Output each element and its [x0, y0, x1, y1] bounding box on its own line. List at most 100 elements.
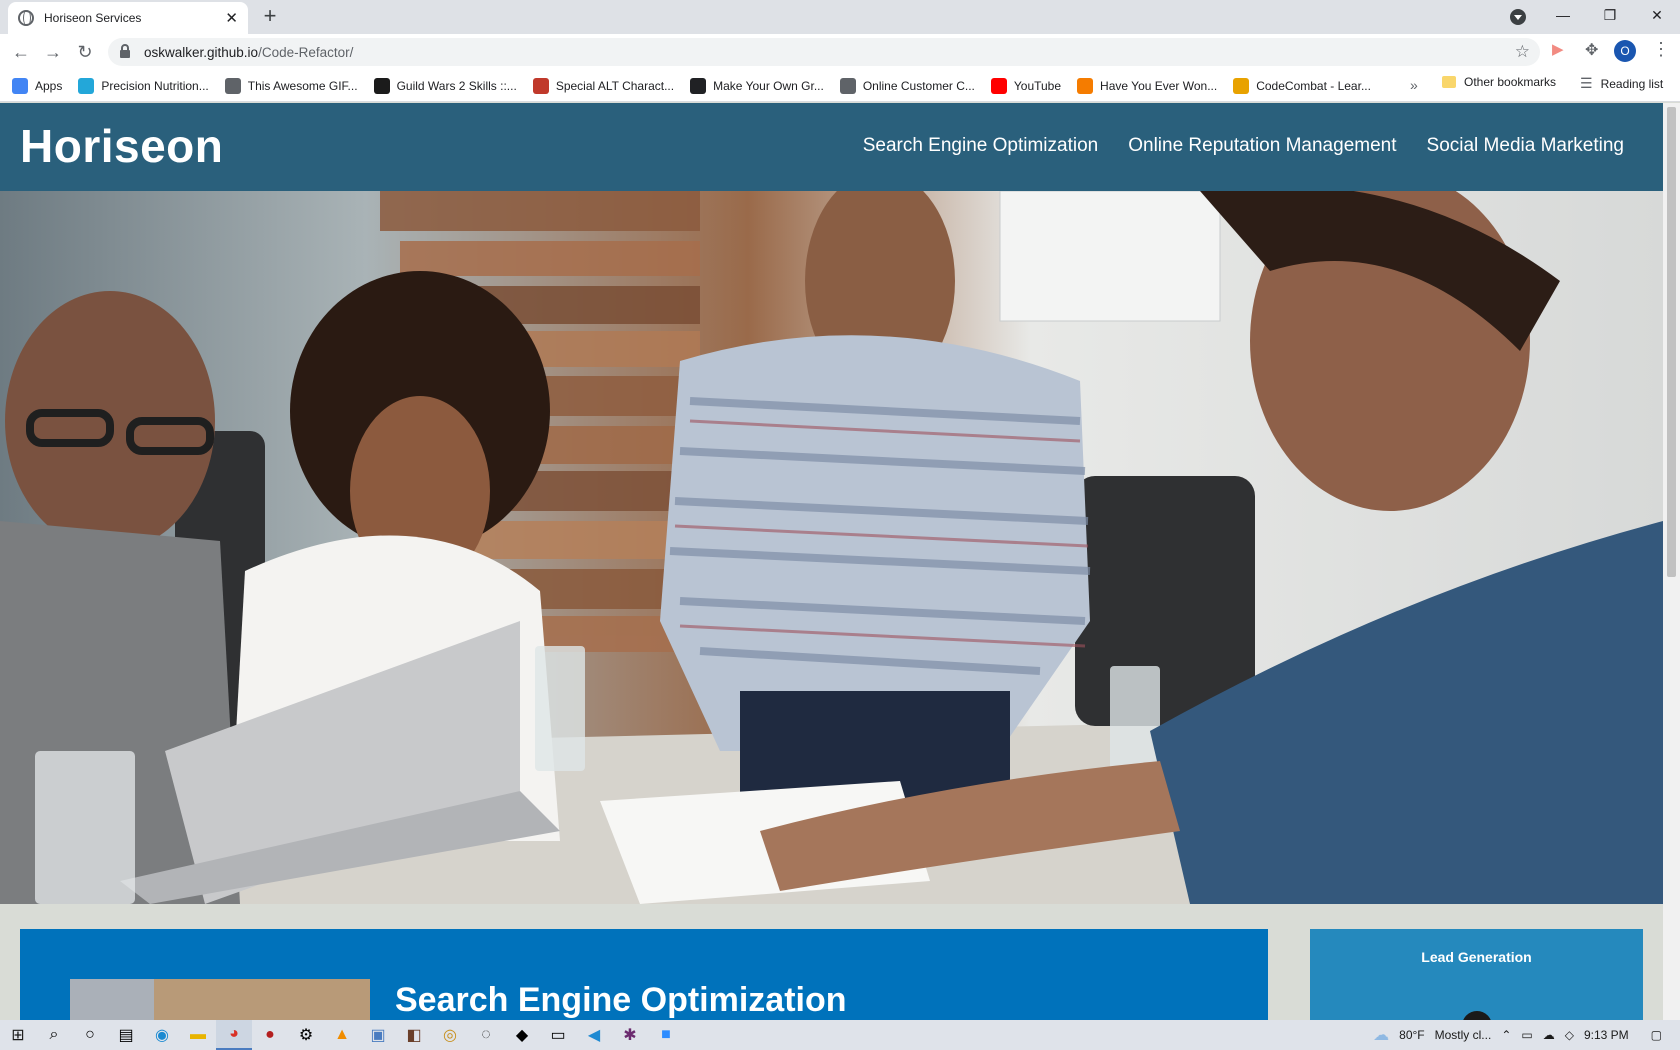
browser-tab[interactable]: Horiseon Services ✕	[8, 2, 248, 34]
bookmark-label: Special ALT Charact...	[555, 78, 675, 93]
notepad-icon[interactable]: ▣	[360, 1020, 396, 1050]
slack-icon[interactable]: ✱	[612, 1020, 648, 1050]
site-header: Horiseon Search Engine Optimization Onli…	[0, 103, 1663, 191]
kebab-menu-icon[interactable]: ⋮	[1652, 39, 1670, 60]
bookmark-item[interactable]: CodeCombat - Lear...	[1233, 77, 1371, 94]
seo-section-title: Search Engine Optimization	[395, 981, 847, 1019]
bookmark-item[interactable]: This Awesome GIF...	[224, 77, 358, 94]
tab-search-icon[interactable]	[1510, 9, 1526, 25]
youtube-icon	[990, 77, 1007, 94]
reading-list-label: Reading list	[1600, 76, 1664, 91]
system-tray: ☁ 80°F Mostly cl... ⌃ ▭ ☁ ◇ 9:13 PM ▢	[1373, 1020, 1680, 1050]
network-icon[interactable]: ▭	[1521, 1028, 1532, 1042]
url-host: oskwalker.github.io	[144, 44, 259, 60]
globe-icon	[224, 77, 241, 94]
clock[interactable]: 9:13 PM	[1584, 1028, 1629, 1042]
vlc-icon[interactable]: ▲	[324, 1020, 360, 1050]
nav-link-seo[interactable]: Search Engine Optimization	[863, 135, 1099, 157]
bookmark-label: Guild Wars 2 Skills ::...	[396, 78, 517, 93]
address-bar[interactable]: oskwalker.github.io /Code-Refactor/ ☆	[108, 38, 1540, 66]
bookmark-item[interactable]: Have You Ever Won...	[1077, 77, 1218, 94]
tab-strip: Horiseon Services ✕ + — ❐ ✕	[0, 0, 1680, 34]
browser-toolbar: ← → ↻ oskwalker.github.io /Code-Refactor…	[0, 34, 1680, 70]
nav-link-reputation[interactable]: Online Reputation Management	[1128, 135, 1396, 157]
app-icon[interactable]: ◧	[396, 1020, 432, 1050]
settings-icon[interactable]: ⚙	[288, 1020, 324, 1050]
lead-generation-icon	[1462, 1011, 1492, 1020]
weather-desc[interactable]: Mostly cl...	[1435, 1028, 1492, 1042]
zoom-icon[interactable]: ■	[648, 1020, 684, 1050]
reload-button[interactable]: ↻	[73, 40, 97, 64]
cortana-icon[interactable]: ○	[72, 1020, 108, 1050]
bookmark-label: Precision Nutrition...	[101, 78, 209, 93]
back-button[interactable]: ←	[9, 40, 33, 64]
gw2-icon	[373, 77, 390, 94]
guild-wars-icon[interactable]: ●	[252, 1020, 288, 1050]
nav-link-social[interactable]: Social Media Marketing	[1427, 135, 1624, 157]
forward-button[interactable]: →	[41, 40, 65, 64]
minimize-button[interactable]: —	[1540, 0, 1586, 30]
dropbox-icon[interactable]: ◇	[1565, 1028, 1574, 1042]
globe-icon	[839, 77, 856, 94]
terminal-icon[interactable]: ▭	[540, 1020, 576, 1050]
tray-expand-icon[interactable]: ⌃	[1501, 1028, 1511, 1042]
alt-icon	[532, 77, 549, 94]
other-bookmarks-folder[interactable]: Other bookmarks	[1442, 75, 1556, 89]
edge-icon[interactable]: ◉	[144, 1020, 180, 1050]
restore-button[interactable]: ❐	[1587, 0, 1633, 30]
bookmark-star-icon[interactable]: ☆	[1515, 42, 1530, 62]
steam-icon[interactable]: ◌	[468, 1020, 504, 1050]
folder-icon	[1442, 76, 1456, 88]
url-path: /Code-Refactor/	[258, 44, 354, 60]
other-bookmarks-label: Other bookmarks	[1464, 75, 1557, 89]
file-explorer-icon[interactable]: ▬	[180, 1020, 216, 1050]
site-nav: Search Engine Optimization Online Reputa…	[863, 135, 1624, 157]
bookmark-label: CodeCombat - Lear...	[1256, 78, 1371, 93]
app-icon-2[interactable]: ◆	[504, 1020, 540, 1050]
tab-title: Horiseon Services	[44, 11, 142, 25]
bookmark-item[interactable]: Online Customer C...	[839, 77, 975, 94]
windows-taskbar: ⊞ ⌕ ○ ▤ ◉ ▬ ◕ ● ⚙ ▲ ▣ ◧ ◎ ◌ ◆ ▭ ◀ ✱ ■ ☁ …	[0, 1020, 1680, 1050]
bookmark-label: Make Your Own Gr...	[713, 78, 824, 93]
bookmark-item[interactable]: Guild Wars 2 Skills ::...	[373, 77, 517, 94]
up-icon	[1077, 77, 1094, 94]
notifications-icon[interactable]: ▢	[1651, 1028, 1662, 1042]
bookmark-label: This Awesome GIF...	[247, 78, 358, 93]
seo-section: Search Engine Optimization	[20, 929, 1268, 1020]
bookmark-item[interactable]: Special ALT Charact...	[532, 77, 675, 94]
page-viewport: Horiseon Search Engine Optimization Onli…	[0, 103, 1663, 1020]
close-tab-icon[interactable]: ✕	[225, 9, 238, 27]
bookmark-label: Have You Ever Won...	[1100, 78, 1218, 93]
profile-avatar[interactable]: O	[1614, 40, 1636, 62]
new-tab-button[interactable]: +	[258, 5, 282, 29]
bookmark-label: YouTube	[1013, 78, 1062, 93]
bookmark-label: Apps	[35, 78, 63, 93]
bookmark-item[interactable]: Precision Nutrition...	[78, 77, 209, 94]
start-button[interactable]: ⊞	[0, 1020, 36, 1050]
bookmarks-more-button[interactable]: »	[1410, 77, 1418, 93]
scrollbar-thumb[interactable]	[1667, 107, 1676, 577]
rocket-icon	[690, 77, 707, 94]
extension-icon[interactable]: ▶	[1552, 40, 1568, 58]
puzzle-icon[interactable]: ✥	[1585, 40, 1603, 59]
weather-temp[interactable]: 80°F	[1399, 1028, 1424, 1042]
world-of-warcraft-icon[interactable]: ◎	[432, 1020, 468, 1050]
bookmarks-bar: Apps Precision Nutrition... This Awesome G…	[0, 70, 1680, 102]
vscode-icon[interactable]: ◀	[576, 1020, 612, 1050]
task-view-icon[interactable]: ▤	[108, 1020, 144, 1050]
bookmark-item[interactable]: YouTube	[990, 77, 1062, 94]
chrome-icon[interactable]: ◕	[216, 1020, 252, 1050]
bookmark-item[interactable]: Make Your Own Gr...	[690, 77, 824, 94]
lead-generation-card: Lead Generation	[1310, 929, 1643, 1020]
reading-list-button[interactable]: ☰ Reading list	[1580, 75, 1663, 92]
bookmark-item[interactable]: Apps	[12, 77, 63, 94]
bookmark-label: Online Customer C...	[862, 78, 975, 93]
globe-icon	[18, 10, 34, 26]
lead-generation-title: Lead Generation	[1421, 949, 1532, 965]
page-scrollbar[interactable]	[1663, 103, 1680, 1020]
search-icon[interactable]: ⌕	[36, 1020, 72, 1050]
codecombat-icon	[1233, 77, 1250, 94]
apps-grid-icon	[12, 77, 28, 94]
close-window-button[interactable]: ✕	[1634, 0, 1680, 30]
onedrive-icon[interactable]: ☁	[1543, 1028, 1555, 1042]
